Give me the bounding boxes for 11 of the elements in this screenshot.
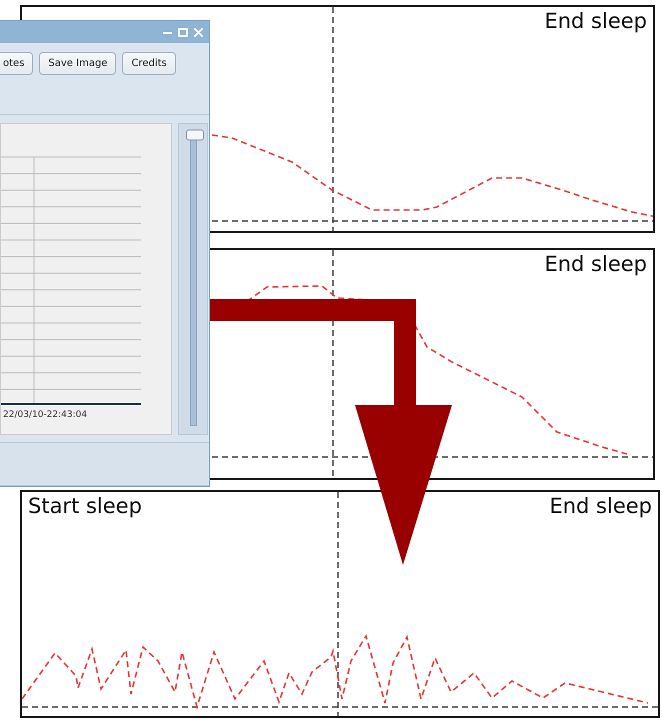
end-label: End sleep <box>549 494 652 520</box>
close-icon[interactable] <box>194 28 203 36</box>
start-label: Start sleep <box>28 494 142 520</box>
toolbar-button[interactable]: Save Image <box>39 52 116 75</box>
toolbar-button[interactable]: Credits <box>122 52 176 75</box>
end-label: End sleep <box>544 252 647 278</box>
time-axis-label: 22/03/10-22:43:04 <box>3 410 88 420</box>
toolbar-button[interactable]: otes <box>0 52 34 75</box>
end-label: End sleep <box>544 9 647 34</box>
slider-thumb[interactable] <box>186 130 204 140</box>
maximize-icon[interactable] <box>178 28 188 36</box>
